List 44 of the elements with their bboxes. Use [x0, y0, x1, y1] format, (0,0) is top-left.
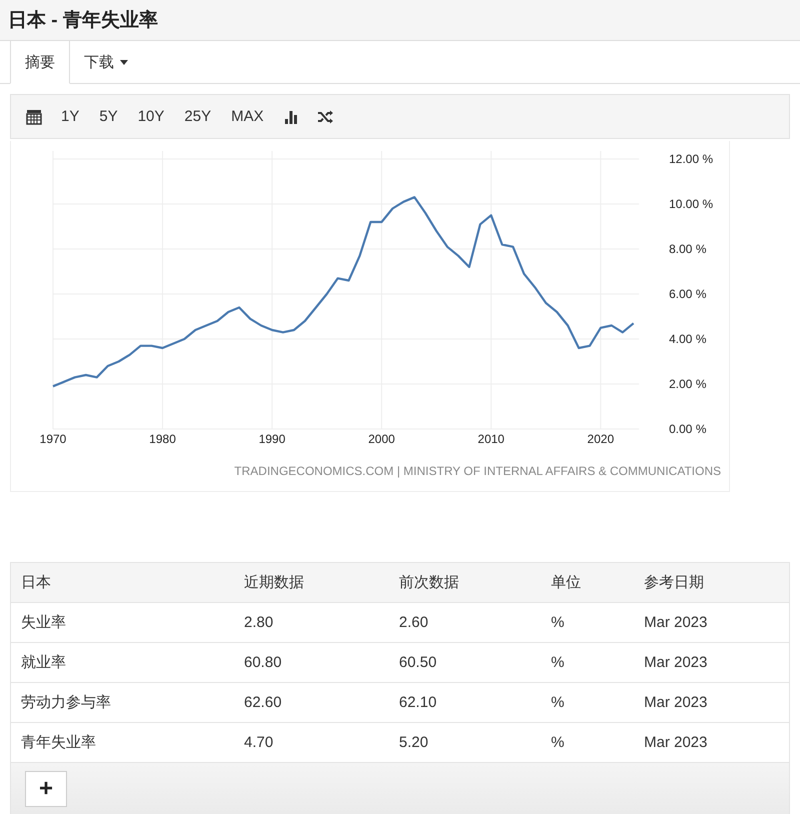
download-dropdown[interactable]: 下载	[70, 41, 142, 84]
column-header: 日本	[11, 563, 234, 602]
table-cell: 就业率	[11, 642, 234, 682]
column-header: 前次数据	[389, 563, 541, 602]
table-cell: 60.50	[389, 642, 541, 682]
table-cell: 失业率	[11, 602, 234, 642]
range-button[interactable]: 10Y	[130, 104, 172, 129]
table-cell: %	[541, 682, 634, 722]
x-tick-label: 1980	[149, 432, 176, 446]
x-tick-label: 2000	[368, 432, 395, 446]
range-button[interactable]: MAX	[223, 104, 272, 129]
x-tick-label: 1990	[258, 432, 286, 446]
page-title: 日本 - 青年失业率	[0, 0, 800, 41]
x-tick-label: 1970	[40, 432, 66, 446]
range-button[interactable]: 25Y	[176, 104, 220, 129]
y-tick-label: 0.00 %	[669, 422, 706, 436]
y-tick-label: 4.00 %	[669, 332, 706, 346]
range-button[interactable]: 1Y	[53, 104, 88, 129]
table-cell: 60.80	[234, 642, 389, 682]
column-header: 参考日期	[634, 563, 789, 602]
table-cell: 62.60	[234, 682, 389, 722]
y-tick-label: 6.00 %	[669, 287, 706, 301]
y-tick-label: 10.00 %	[669, 197, 714, 211]
table-cell: Mar 2023	[634, 682, 789, 722]
column-header: 单位	[541, 563, 634, 602]
range-button[interactable]: 5Y	[91, 104, 126, 129]
table-cell: %	[541, 602, 634, 642]
table-cell: 劳动力参与率	[11, 682, 234, 722]
caret-icon	[120, 60, 128, 65]
y-tick-label: 8.00 %	[669, 242, 706, 256]
x-tick-label: 2010	[478, 432, 504, 446]
x-tick-label: 2020	[587, 432, 614, 446]
y-tick-label: 12.00 %	[669, 152, 714, 166]
y-tick-label: 2.00 %	[669, 377, 706, 391]
table-cell: Mar 2023	[634, 642, 789, 682]
chart-source: TRADINGECONOMICS.COM | MINISTRY OF INTERNAL AFFAIRS & COMMUNICATIONS	[234, 464, 721, 478]
column-header: 近期数据	[234, 563, 389, 602]
table-cell: 2.60	[389, 602, 541, 642]
summary-tab[interactable]: 摘要	[10, 41, 70, 84]
add-button[interactable]: +	[25, 771, 67, 807]
table-cell: 62.10	[389, 682, 541, 722]
table-cell: Mar 2023	[634, 602, 789, 642]
table-cell: %	[541, 642, 634, 682]
table-cell: 2.80	[234, 602, 389, 642]
